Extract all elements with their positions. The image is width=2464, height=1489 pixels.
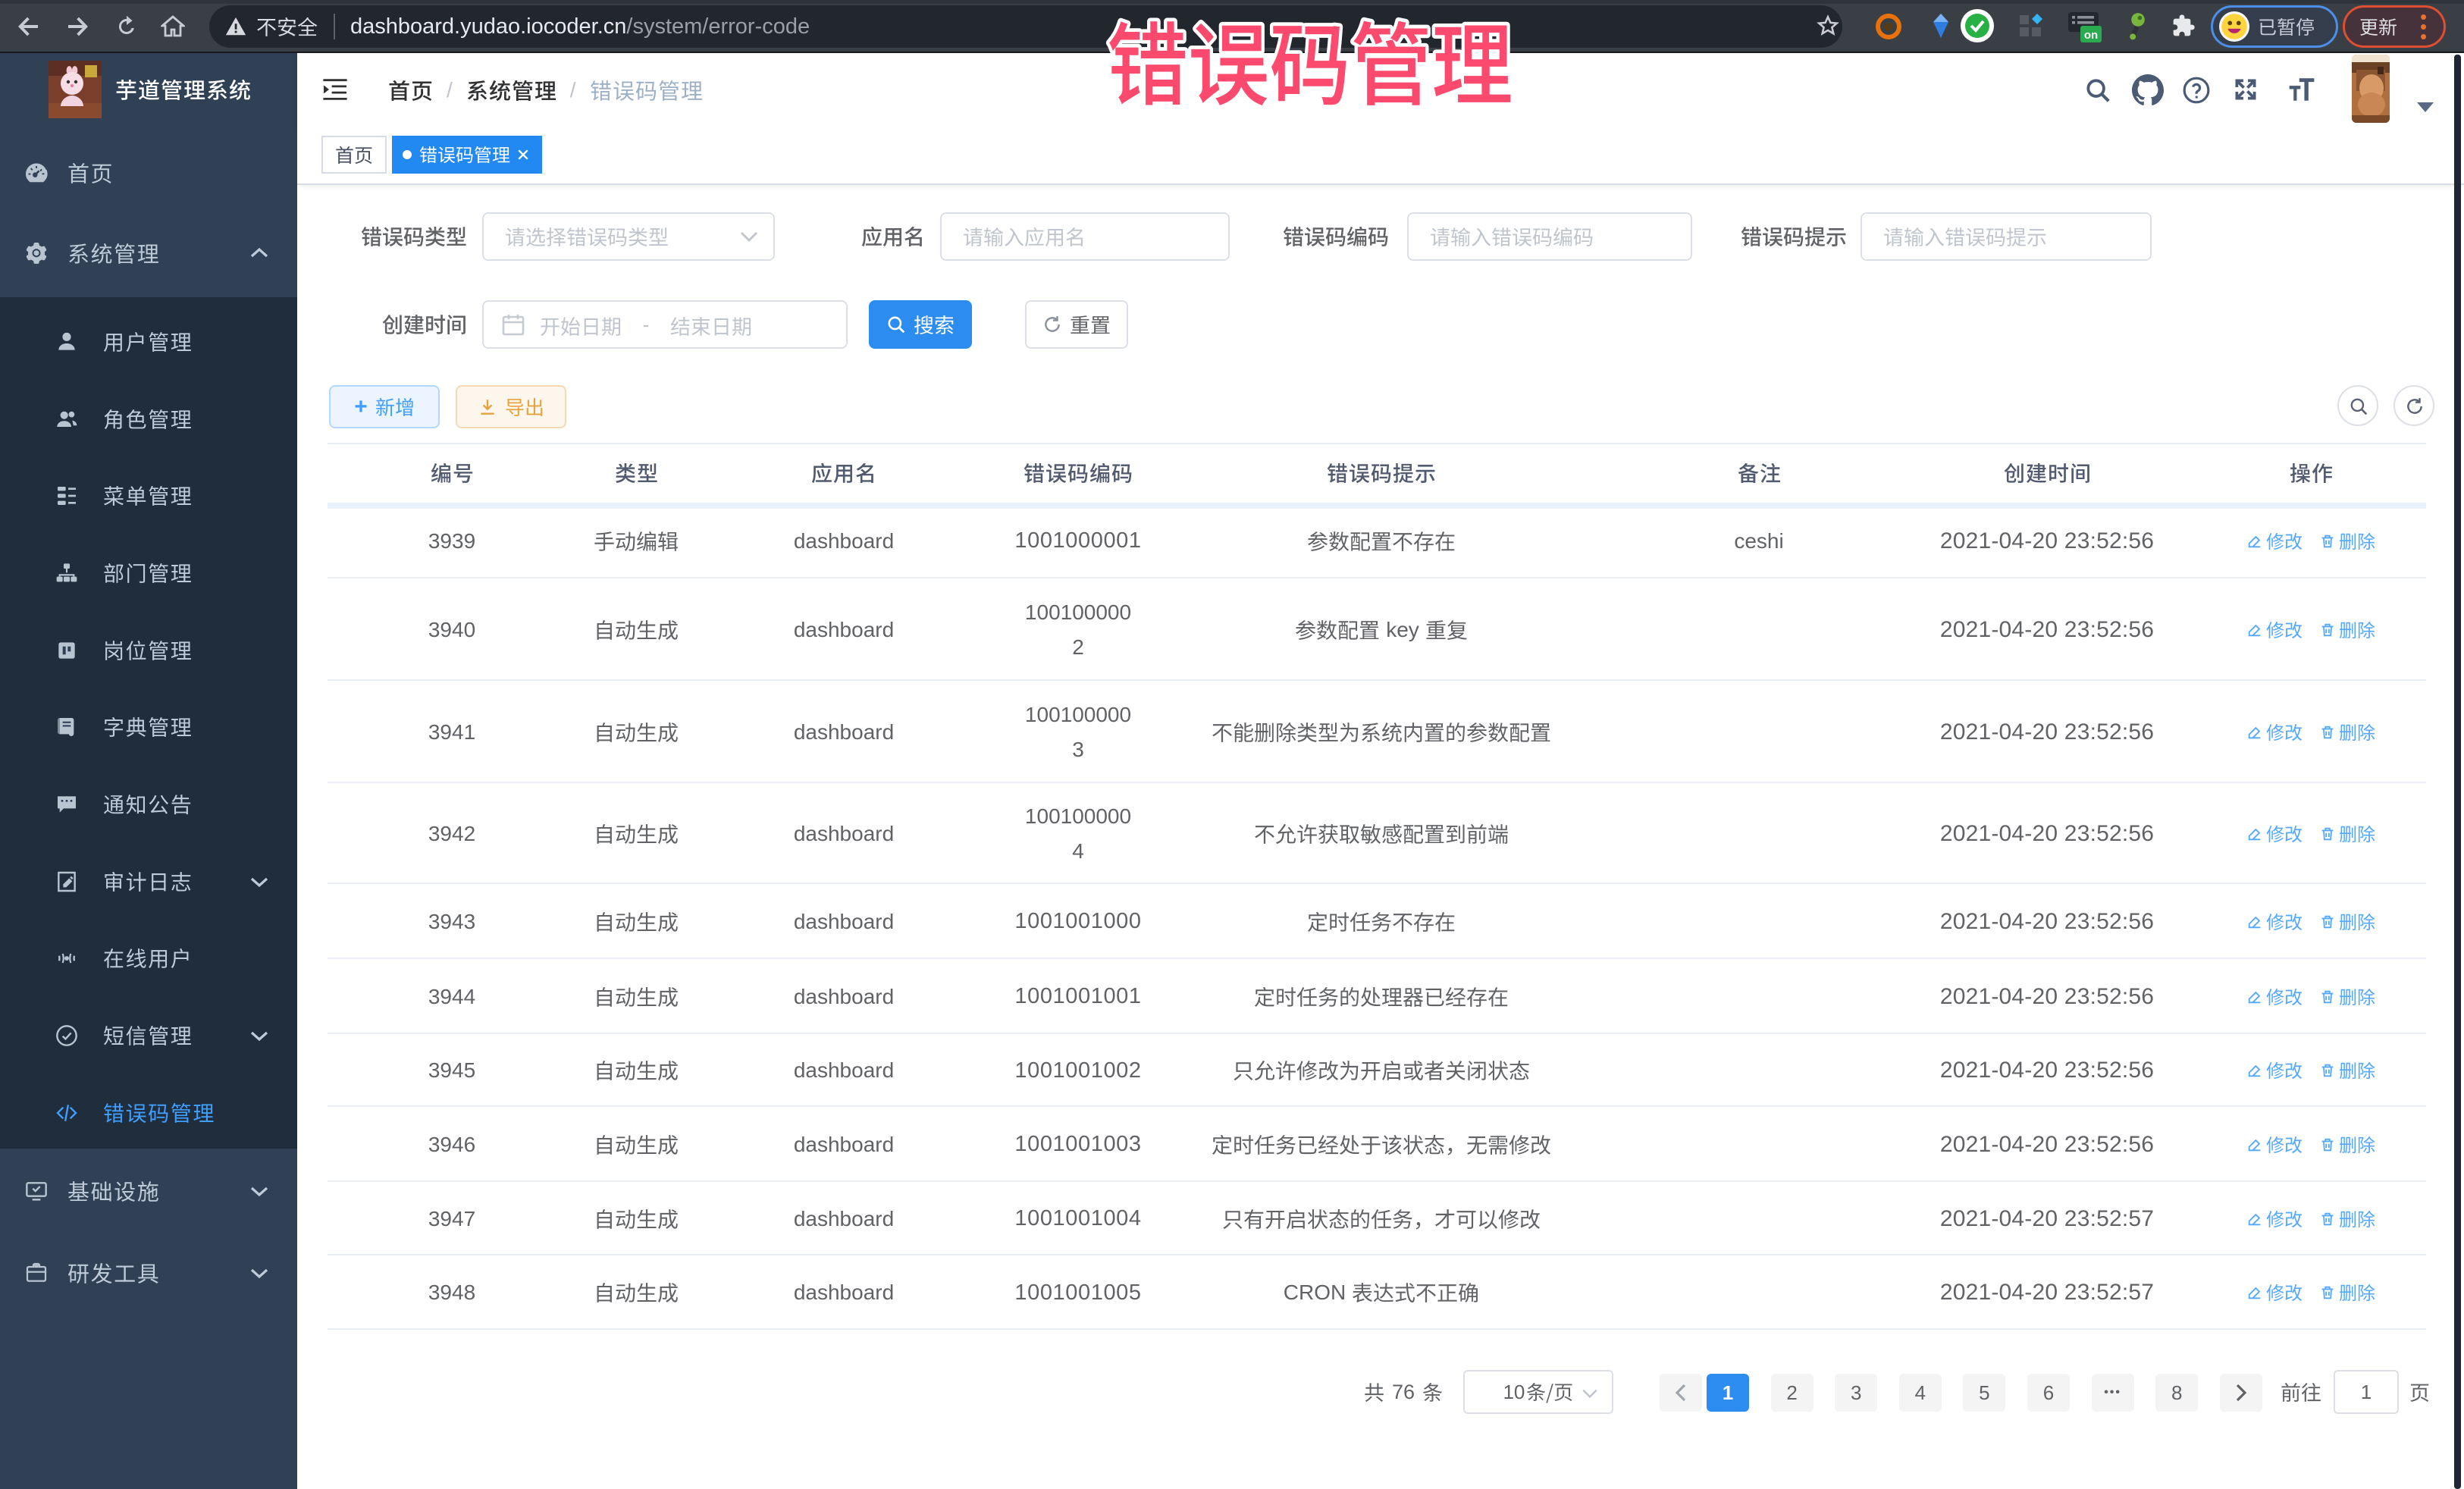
svg-text:on: on — [2084, 29, 2098, 42]
